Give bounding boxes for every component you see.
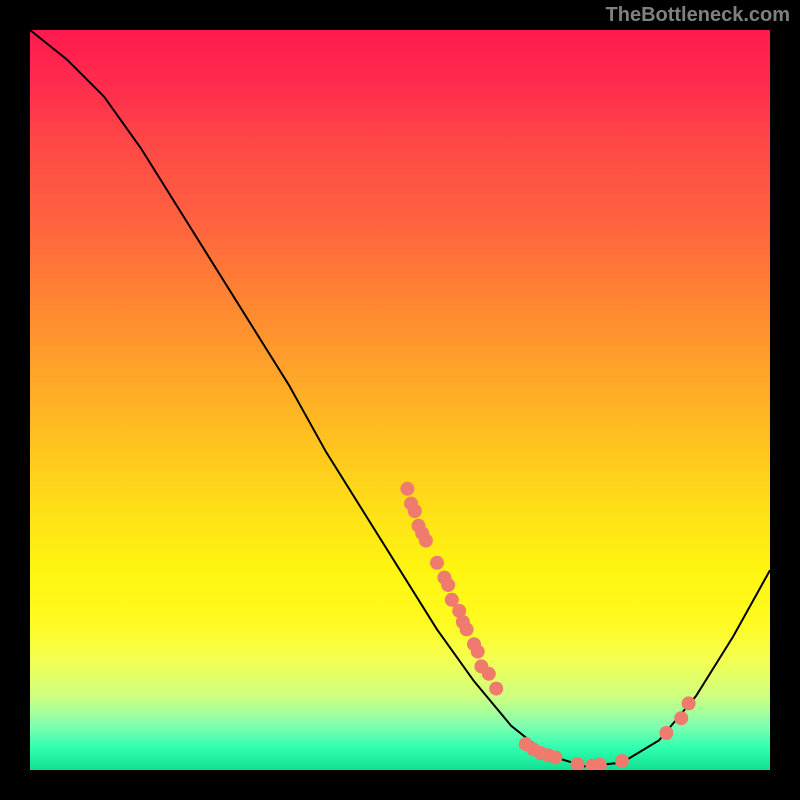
chart-container: TheBottleneck.com (0, 0, 800, 800)
data-point (408, 504, 422, 518)
data-point (482, 667, 496, 681)
data-point (489, 682, 503, 696)
data-point (419, 534, 433, 548)
data-point (571, 757, 585, 770)
scatter-points (400, 482, 695, 770)
data-point (441, 578, 455, 592)
data-point (615, 754, 629, 768)
data-point (400, 482, 414, 496)
data-point (430, 556, 444, 570)
bottleneck-curve (30, 30, 770, 766)
data-point (682, 696, 696, 710)
data-point (471, 645, 485, 659)
watermark-text: TheBottleneck.com (606, 4, 790, 27)
data-point (659, 726, 673, 740)
chart-svg (30, 30, 770, 770)
data-point (674, 711, 688, 725)
plot-area (30, 30, 770, 770)
data-point (460, 622, 474, 636)
data-point (548, 750, 562, 764)
